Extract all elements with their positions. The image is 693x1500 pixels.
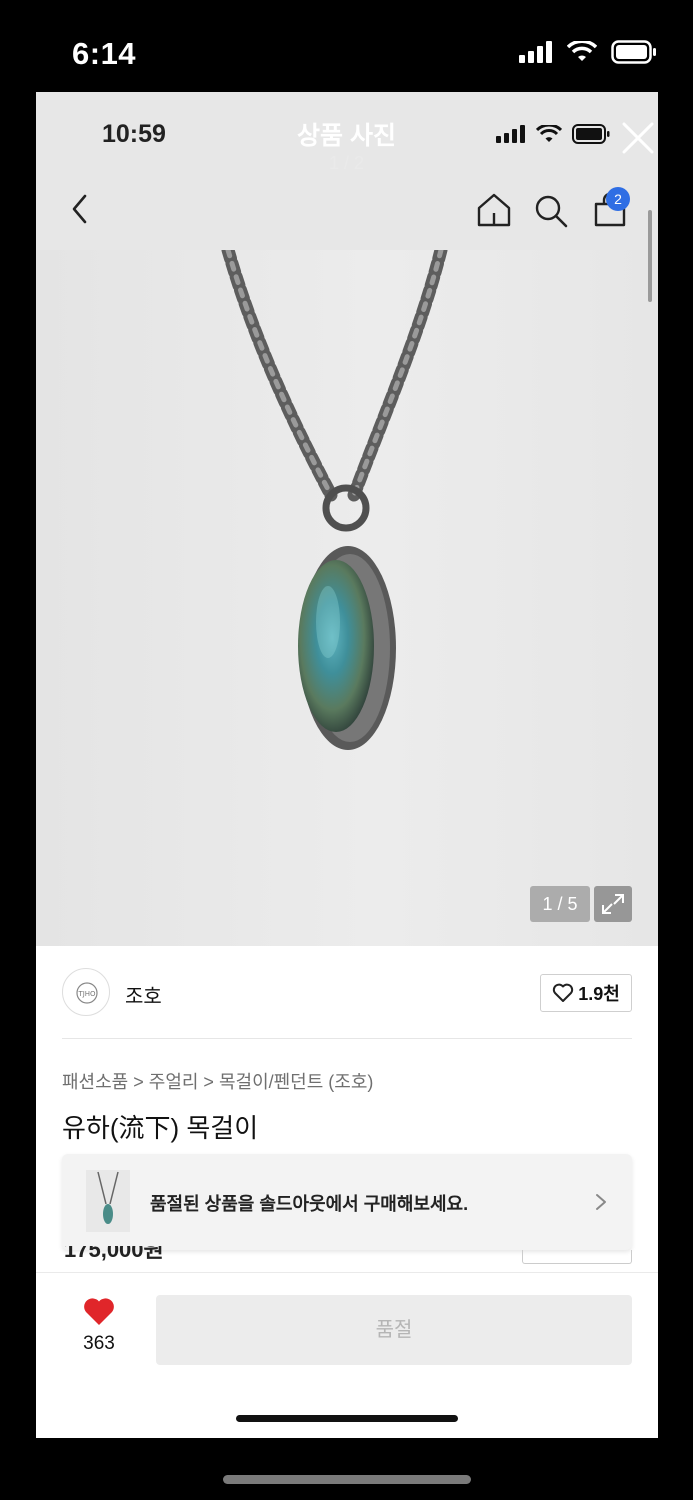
expand-icon[interactable] (594, 886, 632, 922)
heart-outline-icon (553, 983, 574, 1002)
wishlist-count: 363 (83, 1333, 115, 1354)
outer-status-bar: 6:14 (0, 0, 693, 92)
outer-status-icons (519, 40, 657, 64)
brand-logo-mark: TJHO (76, 982, 98, 1004)
heart-filled-icon[interactable] (82, 1297, 116, 1327)
product-image[interactable] (36, 243, 658, 946)
chevron-right-icon (596, 1194, 606, 1210)
product-price-partial: 175,000원 (64, 1246, 164, 1262)
viewer-photo-counter: 1 / 2 (328, 153, 365, 173)
necklace-pendant-image (221, 243, 448, 750)
outer-status-time: 6:14 (72, 36, 137, 71)
scrollbar[interactable] (648, 210, 652, 302)
brand-like-button[interactable]: 1.9천 (540, 974, 632, 1012)
brand-name[interactable]: 조호 (125, 980, 162, 1009)
brand-row[interactable]: TJHO 조호 1.9천 (36, 948, 658, 1038)
phone-screen: 6:14 10:59 2 1 / 5 TJHO 조호 1.9천 패션소품 > 주… (0, 0, 693, 1500)
back-icon[interactable] (66, 192, 94, 226)
option-box-partial (522, 1250, 632, 1264)
svg-text:TJHO: TJHO (77, 990, 96, 998)
close-icon[interactable] (620, 120, 656, 156)
search-icon[interactable] (534, 194, 568, 228)
wifi-icon (567, 41, 597, 61)
necklace-thumbnail-image (97, 1171, 119, 1224)
image-counter: 1 / 5 (530, 886, 590, 922)
soldout-message: 품절된 상품을 솔드아웃에서 구매해보세요. (150, 1194, 469, 1214)
battery-icon (611, 40, 656, 64)
bottom-action-bar: 363 품절 (36, 1272, 658, 1438)
product-title: 유하(流下) 목걸이 (62, 1113, 259, 1143)
divider (62, 1038, 632, 1039)
brand-like-count: 1.9천 (578, 984, 620, 1004)
viewer-title: 상품 사진 (297, 122, 396, 150)
soldout-thumbnail (86, 1170, 130, 1232)
soldout-button[interactable]: 품절 (156, 1295, 632, 1365)
brand-logo[interactable]: TJHO (62, 968, 110, 1016)
signal-icon (519, 41, 552, 63)
home-icon[interactable] (476, 192, 512, 228)
inner-screenshot: 10:59 2 1 / 5 TJHO 조호 1.9천 패션소품 > 주얼리 > … (36, 92, 658, 1438)
cart-count-badge: 2 (606, 187, 630, 211)
home-indicator[interactable] (223, 1475, 471, 1484)
breadcrumb[interactable]: 패션소품 > 주얼리 > 목걸이/펜던트 (조호) (62, 1068, 373, 1094)
soldout-banner[interactable]: 품절된 상품을 솔드아웃에서 구매해보세요. (62, 1154, 632, 1250)
inner-home-indicator (236, 1415, 458, 1422)
